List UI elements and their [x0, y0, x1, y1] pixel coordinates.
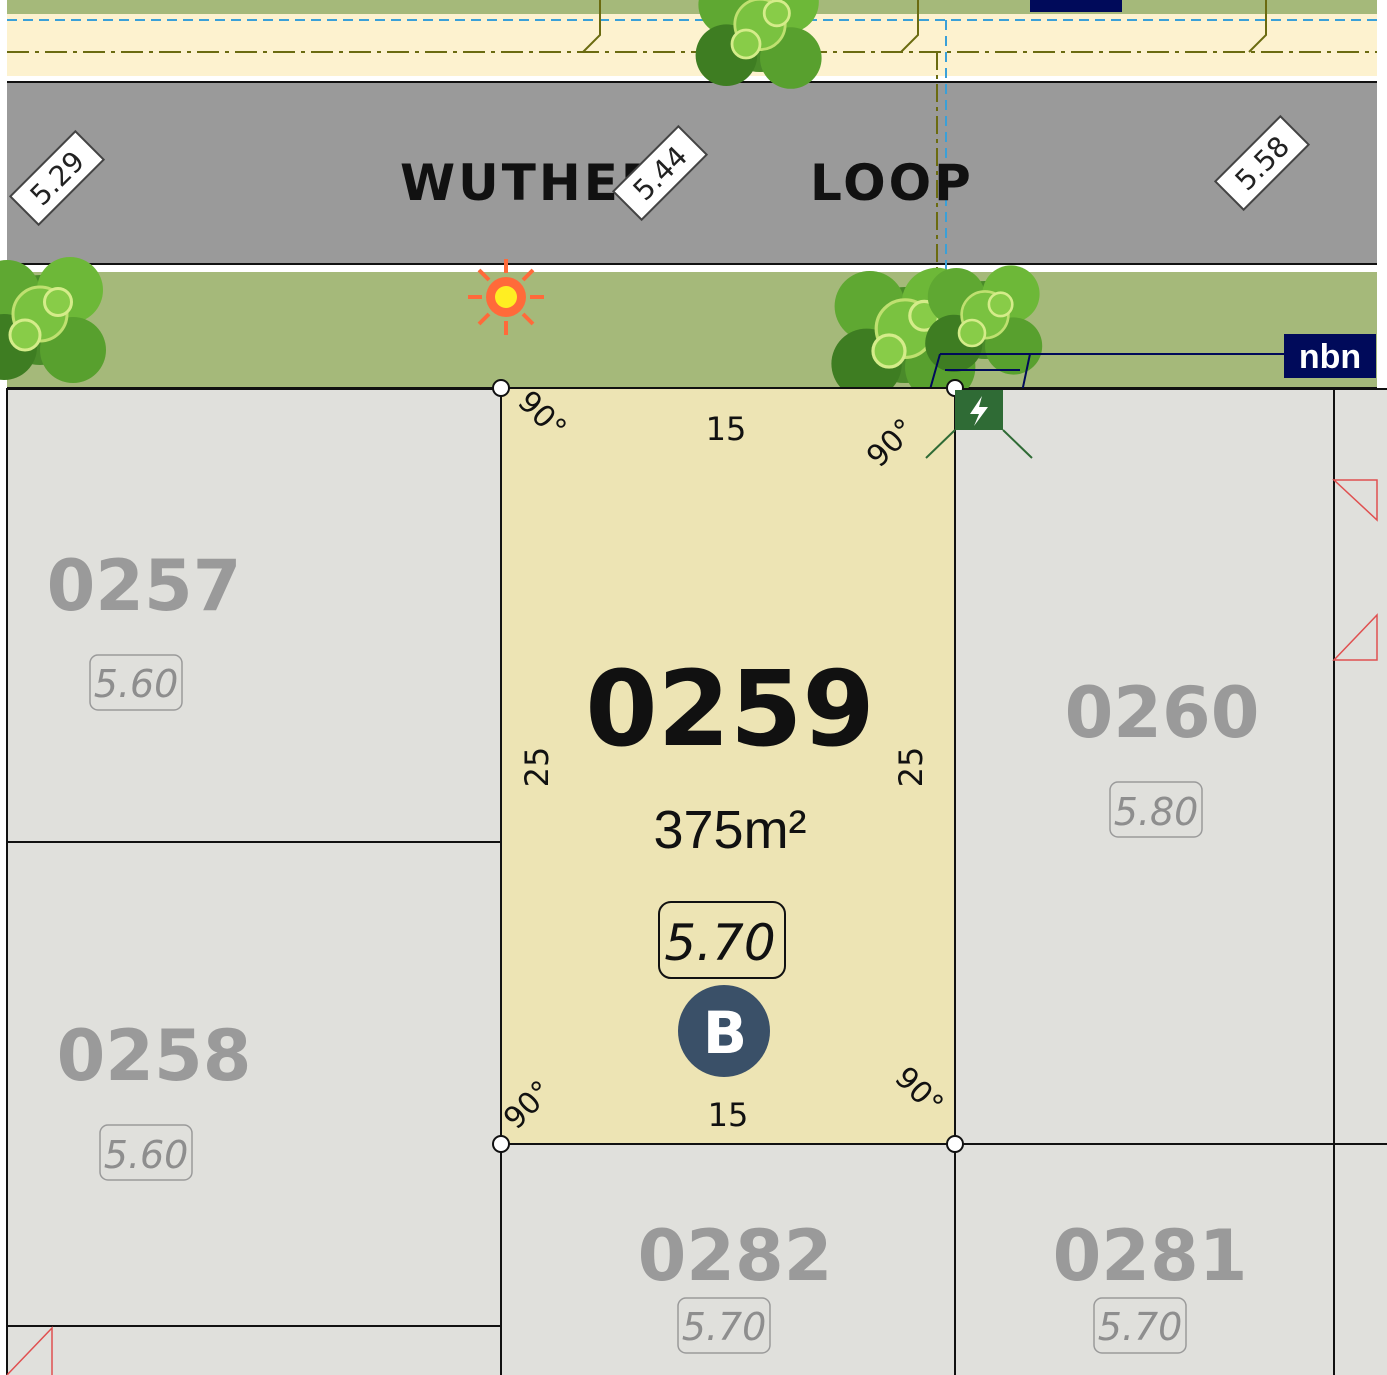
survey-peg: [946, 1135, 964, 1153]
lot-level: 5.70: [682, 1305, 767, 1349]
lot-parcel[interactable]: [1333, 1143, 1387, 1375]
selected-lot-area: 375m²: [653, 800, 806, 860]
top-verge: [7, 0, 1377, 14]
selected-lot-number: 0259: [585, 648, 874, 770]
frontage-dimension: 15: [706, 410, 747, 448]
lot-number: 0258: [57, 1015, 252, 1097]
nbn-label: nbn: [1299, 338, 1361, 376]
lot-number: 0282: [638, 1215, 833, 1297]
lot-number: 0281: [1053, 1215, 1248, 1297]
lot-number: 0257: [47, 545, 242, 627]
survey-peg: [492, 1135, 510, 1153]
lot-level: 5.60: [94, 662, 179, 706]
survey-peg: [492, 379, 510, 397]
lot-parcel[interactable]: [954, 388, 1335, 1145]
design-badge-label: B: [703, 999, 747, 1067]
selected-lot-level: 5.70: [664, 914, 775, 972]
road-name-part2: LOOP: [810, 154, 974, 212]
lot-parcel[interactable]: [6, 1325, 502, 1375]
tree-icon: [923, 264, 1044, 376]
lot-level: 5.70: [1098, 1305, 1183, 1349]
lot-plan-map: WUTHER LOOP 5.29 5.44 5.58 nbn 15 15 25 …: [0, 0, 1387, 1375]
left-dimension: 25: [518, 747, 556, 788]
rear-dimension: 15: [708, 1096, 749, 1134]
map-canvas: WUTHER LOOP 5.29 5.44 5.58 nbn 15 15 25 …: [0, 0, 1387, 1375]
verge: [7, 272, 1377, 387]
street-light-icon: [468, 259, 544, 335]
road: [7, 83, 1377, 264]
lot-level: 5.80: [1114, 790, 1199, 834]
nbn-marker-top: [1030, 0, 1122, 12]
lot-level: 5.60: [104, 1133, 189, 1177]
lot-number: 0260: [1065, 672, 1260, 754]
transformer-icon: [955, 390, 1003, 430]
lot-parcel[interactable]: [1333, 388, 1387, 1145]
right-dimension: 25: [892, 747, 930, 788]
footpath-strip: [7, 14, 1377, 76]
